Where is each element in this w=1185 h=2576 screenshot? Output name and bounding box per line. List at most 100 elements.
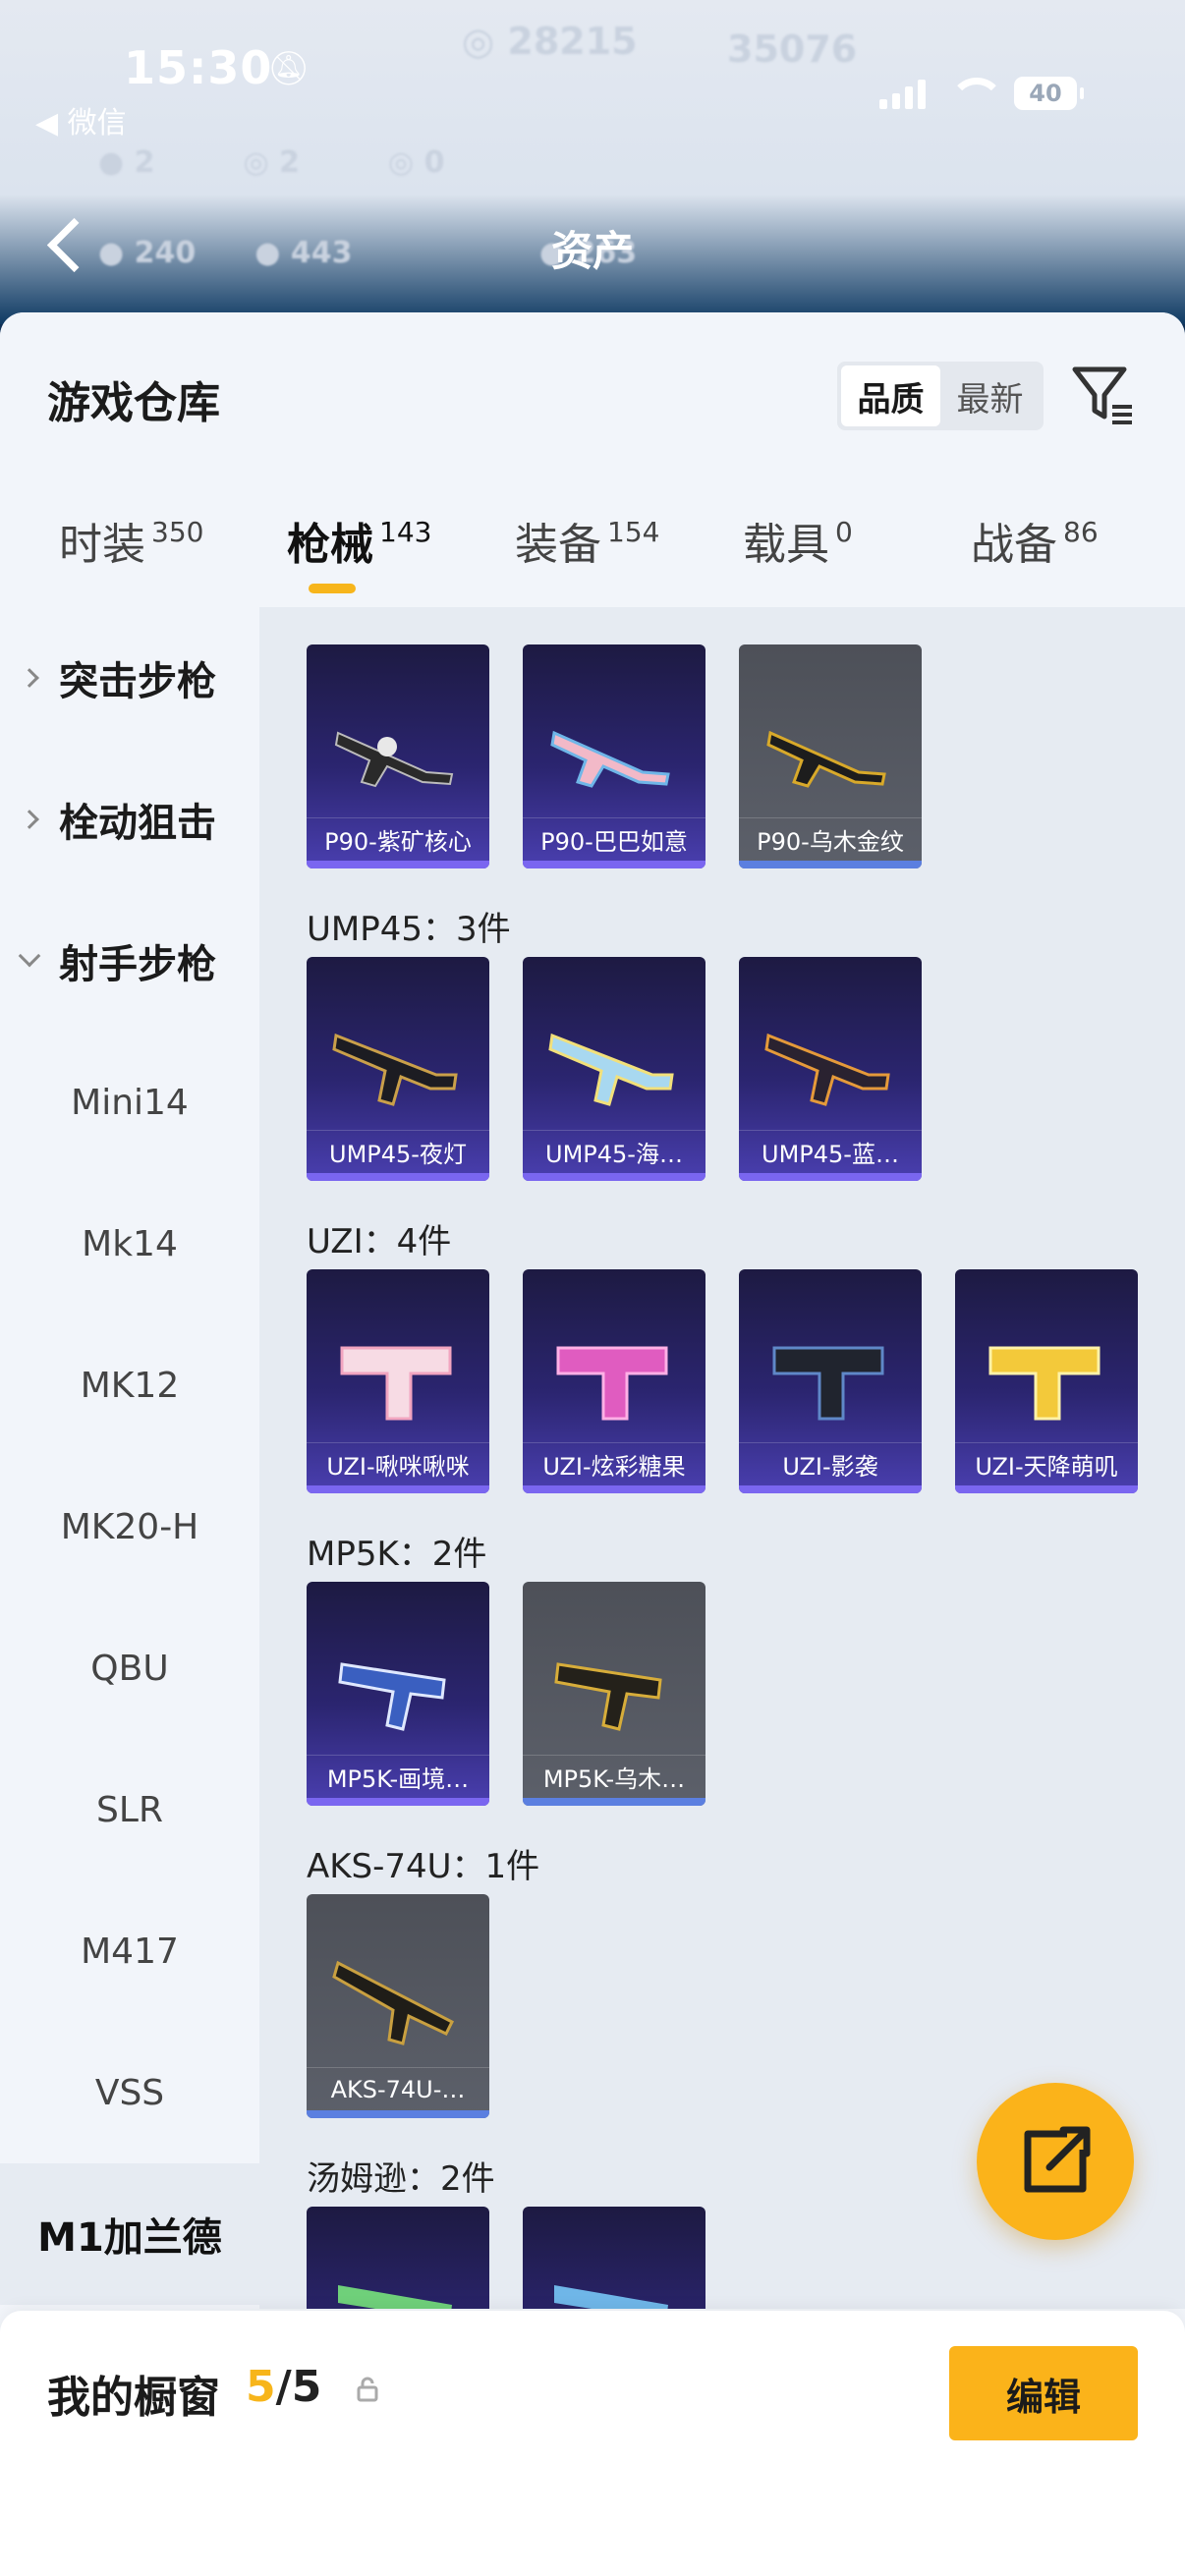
uzi-gun-icon <box>988 1346 1100 1421</box>
subcategory-item[interactable]: SLR <box>0 1739 259 1880</box>
sidebar-item-label: 栓动狙击 <box>59 801 216 846</box>
skin-card[interactable]: MP5K-画境… <box>307 1582 489 1806</box>
subcategory-item[interactable]: M417 <box>0 1880 259 2022</box>
background-header: ◎ 28215 35076 ● 2 ◎ 2 ◎ 0 ● 240 ● 443 ● … <box>0 0 1185 324</box>
tab-label: 载具 <box>743 520 829 570</box>
lock-icon <box>357 2377 378 2402</box>
blurred-stats-2: 35076 <box>727 28 858 71</box>
skin-name: UMP45-夜灯 <box>307 1130 489 1173</box>
showcase-current: 5 <box>246 2362 276 2412</box>
status-time: 15:30 <box>124 41 273 94</box>
group-heading: AKS-74U：1件 <box>307 1847 540 1886</box>
skin-card[interactable]: UMP45-夜灯 <box>307 957 489 1181</box>
status-icons: 40 <box>879 77 1084 110</box>
sidebar-item-bolt-sniper[interactable]: 栓动狙击 <box>0 749 259 890</box>
tab-equipment[interactable]: 装备 154 <box>515 509 659 607</box>
skin-card[interactable] <box>523 2207 705 2309</box>
skin-name: UZI-天降萌叽 <box>955 1442 1138 1485</box>
mp5k-gun-icon <box>338 1662 446 1731</box>
blurred-stats: ◎ 28215 <box>462 20 638 63</box>
edit-button[interactable]: 编辑 <box>949 2346 1138 2440</box>
tab-label: 枪械 <box>287 520 373 570</box>
blurred-row: ● 2 ◎ 2 ◎ 0 <box>98 145 445 180</box>
uzi-gun-icon <box>340 1346 452 1421</box>
tab-count: 143 <box>379 516 432 548</box>
share-button[interactable] <box>977 2083 1134 2240</box>
sidebar-item-label: 突击步枪 <box>59 659 216 704</box>
skin-name: P90-乌木金纹 <box>739 817 922 861</box>
skin-name: UZI-炫彩糖果 <box>523 1442 705 1485</box>
skin-card[interactable]: UMP45-蓝… <box>739 957 922 1181</box>
uzi-gun-icon <box>772 1346 884 1421</box>
sort-newest-button[interactable]: 最新 <box>940 365 1040 426</box>
skin-card[interactable]: P90-乌木金纹 <box>739 644 922 868</box>
active-tab-indicator <box>309 584 356 593</box>
sheet-title: 游戏仓库 <box>47 378 220 428</box>
skin-card[interactable]: UZI-炫彩糖果 <box>523 1269 705 1493</box>
back-to-app-link[interactable]: ◀ 微信 <box>35 98 127 141</box>
showcase-count: 5/5 <box>246 2362 321 2412</box>
tab-count: 86 <box>1063 516 1099 548</box>
smg-gun-icon <box>548 1033 674 1106</box>
p90-gun-icon <box>334 731 454 788</box>
category-sidebar: 突击步枪 栓动狙击 射手步枪 Mini14 Mk14 MK12 MK20-H Q… <box>0 607 259 2309</box>
sidebar-item-label: 射手步枪 <box>59 942 216 987</box>
skin-card[interactable]: P90-紫矿核心 <box>307 644 489 868</box>
signal-icon <box>879 78 926 109</box>
subcategory-item[interactable]: QBU <box>0 1597 259 1739</box>
skin-card[interactable]: MP5K-乌木… <box>523 1582 705 1806</box>
skin-name: P90-巴巴如意 <box>523 817 705 861</box>
skin-card[interactable]: P90-巴巴如意 <box>523 644 705 868</box>
group-heading: MP5K：2件 <box>307 1535 487 1574</box>
tab-vehicles[interactable]: 载具 0 <box>743 509 853 607</box>
skin-card[interactable]: UZI-啾咪啾咪 <box>307 1269 489 1493</box>
tab-count: 154 <box>607 516 660 548</box>
group-heading: UZI：4件 <box>307 1222 452 1261</box>
showcase-bar: 我的橱窗 5/5 编辑 <box>0 2311 1185 2576</box>
smg-gun-icon <box>764 1033 890 1106</box>
subcategory-item[interactable]: MK20-H <box>0 1456 259 1597</box>
wifi-icon <box>949 78 1004 109</box>
smg-gun-icon <box>332 1033 458 1106</box>
skin-card[interactable]: UMP45-海… <box>523 957 705 1181</box>
skin-name: UZI-影袭 <box>739 1442 922 1485</box>
share-icon <box>1024 2126 1091 2193</box>
skin-name: UMP45-海… <box>523 1130 705 1173</box>
tab-label: 装备 <box>515 520 601 570</box>
tab-guns[interactable]: 枪械 143 <box>287 509 431 607</box>
thompson-gun-icon <box>338 2285 452 2309</box>
tab-count: 0 <box>835 516 853 548</box>
sort-toggle: 品质 最新 <box>837 362 1044 430</box>
group-heading: 汤姆逊：2件 <box>307 2159 495 2199</box>
tab-label: 时装 <box>59 520 145 570</box>
skin-name: UMP45-蓝… <box>739 1130 922 1173</box>
page-title: 资产 <box>550 227 634 275</box>
sort-quality-button[interactable]: 品质 <box>841 365 940 426</box>
showcase-total: /5 <box>275 2362 322 2412</box>
skin-card[interactable] <box>307 2207 489 2309</box>
skin-card[interactable]: UZI-天降萌叽 <box>955 1269 1138 1493</box>
subcategory-item[interactable]: Mini14 <box>0 1032 259 1173</box>
skin-card[interactable]: AKS-74U-… <box>307 1894 489 2118</box>
chevron-right-icon <box>20 668 39 688</box>
skin-name: P90-紫矿核心 <box>307 817 489 861</box>
sidebar-item-marksman-rifle[interactable]: 射手步枪 <box>0 890 259 1032</box>
subcategory-item-selected[interactable]: M1加兰德 <box>0 2163 259 2305</box>
subcategory-item[interactable]: MK12 <box>0 1315 259 1456</box>
subcategory-item[interactable]: VSS <box>0 2022 259 2163</box>
skin-card[interactable]: UZI-影袭 <box>739 1269 922 1493</box>
tab-supplies[interactable]: 战备 86 <box>971 509 1099 607</box>
group-heading: UMP45：3件 <box>307 910 511 949</box>
showcase-label: 我的橱窗 <box>47 2373 220 2423</box>
skin-name: UZI-啾咪啾咪 <box>307 1442 489 1485</box>
sheet-header: 游戏仓库 品质 最新 时装 350 枪械 143 装备 154 载具 0 战备 … <box>0 312 1185 607</box>
skin-name: MP5K-画境… <box>307 1755 489 1798</box>
tab-count: 350 <box>151 516 204 548</box>
subcategory-item[interactable]: Mk14 <box>0 1173 259 1315</box>
tab-fashion[interactable]: 时装 350 <box>59 509 203 607</box>
aks-gun-icon <box>332 1960 455 2045</box>
sidebar-item-assault-rifle[interactable]: 突击步枪 <box>0 607 259 749</box>
battery-level: 40 <box>1029 80 1062 107</box>
filter-icon[interactable] <box>1069 360 1138 428</box>
uzi-gun-icon <box>556 1346 668 1421</box>
